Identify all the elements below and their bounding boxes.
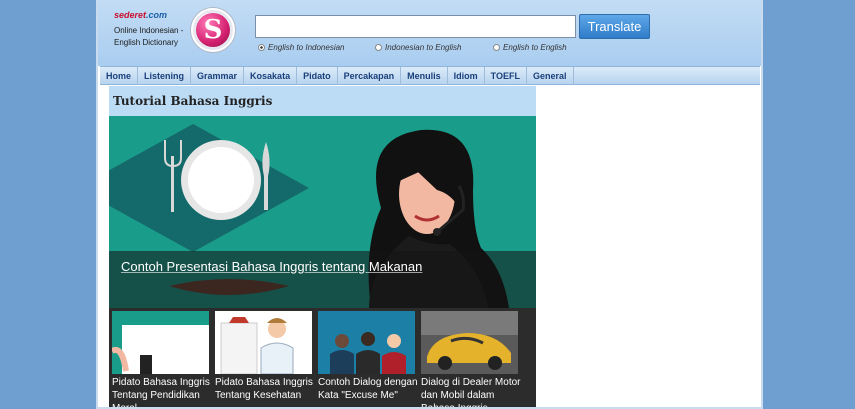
nav-item-menulis[interactable]: Menulis	[401, 67, 448, 85]
brand-suffix: .com	[146, 10, 168, 20]
radio-en-to-id[interactable]: English to Indonesian	[258, 43, 345, 52]
radio-label: English to Indonesian	[268, 43, 345, 52]
logo-icon[interactable]: S	[191, 8, 235, 52]
nav-item-kosakata[interactable]: Kosakata	[244, 67, 298, 85]
nav-item-percakapan[interactable]: Percakapan	[338, 67, 402, 85]
search-input[interactable]	[255, 15, 576, 38]
thumbnail-caption[interactable]: Dialog di Dealer Motor dan Mobil dalam B…	[421, 376, 521, 407]
radio-unchecked-icon[interactable]	[493, 44, 500, 51]
nav-item-idiom[interactable]: Idiom	[448, 67, 485, 85]
nav-item-home[interactable]: Home	[100, 67, 139, 85]
nav-item-listening[interactable]: Listening	[138, 67, 192, 85]
radio-en-to-en[interactable]: English to English	[493, 43, 567, 52]
tagline-line-2: English Dictionary	[114, 38, 179, 47]
site-logo-text[interactable]: sederet.com Online Indonesian - English …	[114, 10, 183, 49]
main-nav: Home Listening Grammar Kosakata Pidato P…	[100, 66, 760, 85]
thumbnail-image[interactable]	[318, 311, 415, 374]
nav-item-general[interactable]: General	[527, 67, 574, 85]
nav-item-pidato[interactable]: Pidato	[297, 67, 338, 85]
section-title: Tutorial Bahasa Inggris	[109, 86, 536, 116]
radio-label: English to English	[503, 43, 567, 52]
logo-letter: S	[196, 13, 230, 47]
radio-unchecked-icon[interactable]	[375, 44, 382, 51]
article-thumbnails: Pidato Bahasa Inggris Tentang Pendidikan…	[109, 308, 536, 407]
site-header: sederet.com Online Indonesian - English …	[98, 0, 761, 66]
hero-caption-link[interactable]: Contoh Presentasi Bahasa Inggris tentang…	[121, 259, 422, 274]
tagline-line-1: Online Indonesian -	[114, 26, 184, 35]
brand-text: sederet	[114, 10, 147, 20]
hero-slide[interactable]: Contoh Presentasi Bahasa Inggris tentang…	[109, 116, 536, 308]
thumbnail-item[interactable]: Pidato Bahasa Inggris Tentang Kesehatan	[215, 311, 315, 407]
radio-id-to-en[interactable]: Indonesian to English	[375, 43, 462, 52]
thumbnail-caption[interactable]: Pidato Bahasa Inggris Tentang Pendidikan…	[112, 376, 212, 407]
thumbnail-image[interactable]	[112, 311, 209, 374]
site-tagline: Online Indonesian - English Dictionary	[114, 25, 183, 49]
thumbnail-item[interactable]: Contoh Dialog dengan Kata "Excuse Me"	[318, 311, 418, 407]
thumbnail-item[interactable]: Dialog di Dealer Motor dan Mobil dalam B…	[421, 311, 521, 407]
translate-button[interactable]: Translate	[579, 14, 650, 39]
thumbnail-caption[interactable]: Pidato Bahasa Inggris Tentang Kesehatan	[215, 376, 315, 402]
radio-label: Indonesian to English	[385, 43, 462, 52]
radio-checked-icon[interactable]	[258, 44, 265, 51]
main-content: Tutorial Bahasa Inggris Contoh Presentas…	[109, 86, 536, 407]
nav-item-toefl[interactable]: TOEFL	[485, 67, 527, 85]
thumbnail-item[interactable]: Pidato Bahasa Inggris Tentang Pendidikan…	[112, 311, 212, 407]
page-container: sederet.com Online Indonesian - English …	[96, 0, 763, 409]
nav-item-grammar[interactable]: Grammar	[191, 67, 245, 85]
thumbnail-caption[interactable]: Contoh Dialog dengan Kata "Excuse Me"	[318, 376, 418, 402]
hero-caption-bar: Contoh Presentasi Bahasa Inggris tentang…	[109, 251, 536, 308]
thumbnail-image[interactable]	[215, 311, 312, 374]
thumbnail-image[interactable]	[421, 311, 518, 374]
brand-name[interactable]: sederet.com	[114, 10, 183, 20]
